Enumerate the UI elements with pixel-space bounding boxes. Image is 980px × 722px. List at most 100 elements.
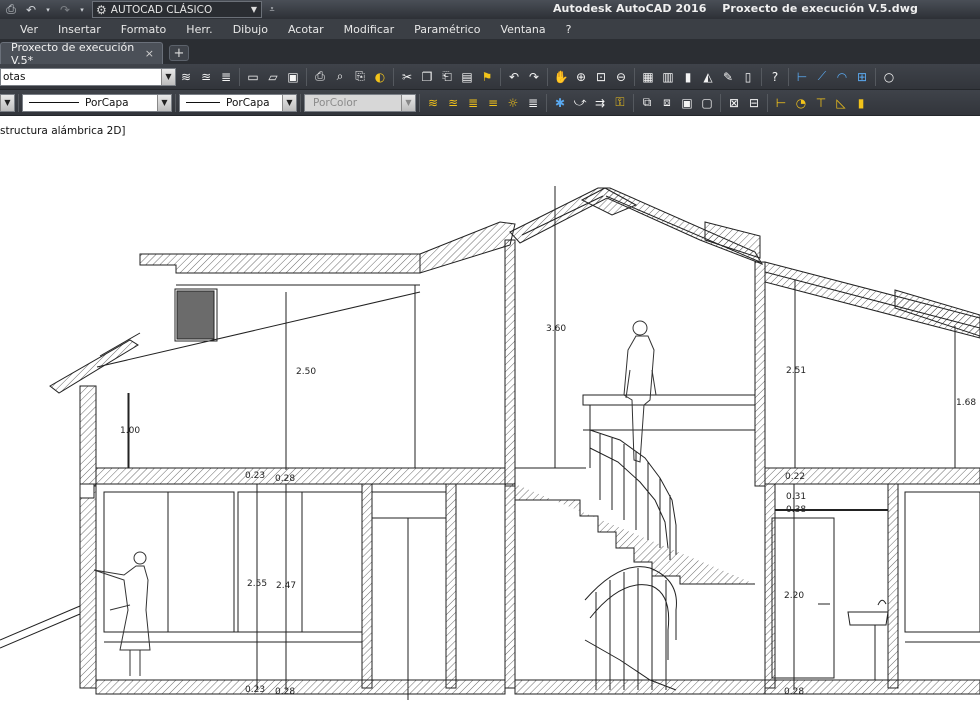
print-icon[interactable]: ⎙ — [4, 2, 18, 17]
copy-icon[interactable]: ❐ — [419, 69, 435, 85]
save-icon[interactable]: ▣ — [285, 69, 301, 85]
bring-to-front-icon[interactable]: ⧉ — [639, 95, 655, 111]
person-figure-lower — [93, 551, 151, 676]
dim-ridge-height: 3.60 — [546, 324, 566, 334]
layer-properties-icon[interactable]: ≋ — [178, 69, 194, 85]
menu-parametrico[interactable]: Paramétrico — [414, 23, 480, 36]
separator — [720, 93, 721, 112]
menu-insertar[interactable]: Insertar — [58, 23, 101, 36]
color-combo-partial[interactable]: ▼ — [0, 93, 15, 112]
send-under-icon[interactable]: ▢ — [699, 95, 715, 111]
dim-right-upper-a: 0.31 — [786, 492, 806, 502]
dim-right-upper-b: 0.38 — [786, 505, 806, 515]
properties-icon[interactable]: ▦ — [640, 69, 656, 85]
help-icon[interactable]: ? — [767, 69, 783, 85]
linear-dimension-icon[interactable]: ⊢ — [794, 69, 810, 85]
redo-icon[interactable]: ↷ — [58, 3, 72, 17]
layer-combo-value: otas — [3, 70, 26, 83]
markup-icon[interactable]: ✎ — [720, 69, 736, 85]
paste-icon[interactable]: ⎗ — [439, 69, 455, 85]
dim-slab-bottom-b: 0.28 — [275, 687, 295, 697]
layer-previous-icon[interactable]: ≣ — [218, 69, 234, 85]
drawing-canvas[interactable]: 2.50 1.00 3.60 2.51 1.68 0.23 0.28 0.22 … — [0, 118, 980, 722]
sheet-set-icon[interactable]: ◭ — [700, 69, 716, 85]
layer-combo[interactable]: otas ▼ — [0, 67, 176, 86]
menu-formato[interactable]: Formato — [121, 23, 167, 36]
separator — [634, 67, 635, 86]
menu-acotar[interactable]: Acotar — [288, 23, 324, 36]
menu-herr[interactable]: Herr. — [186, 23, 212, 36]
dim-ground-height-b: 2.47 — [276, 581, 296, 591]
group-icon[interactable]: ⊠ — [726, 95, 742, 111]
send-to-back-icon[interactable]: ⧈ — [659, 95, 675, 111]
layer-unisolate-icon[interactable]: ≡ — [485, 95, 501, 111]
chevron-down-icon: ▼ — [401, 94, 415, 111]
zoom-window-icon[interactable]: ⊡ — [593, 69, 609, 85]
menu-dibujo[interactable]: Dibujo — [233, 23, 268, 36]
plot-icon[interactable]: ⎙ — [312, 69, 328, 85]
undo-icon[interactable]: ↶ — [506, 69, 522, 85]
right-roof-section — [704, 221, 980, 468]
design-center-panel-icon[interactable]: ▥ — [660, 69, 676, 85]
publish-icon[interactable]: ⎘ — [352, 69, 368, 85]
dimension-angular-icon[interactable]: ◺ — [833, 95, 849, 111]
menu-help[interactable]: ? — [566, 23, 572, 36]
arc-length-icon[interactable]: ◠ — [834, 69, 850, 85]
new-tab-button[interactable]: + — [169, 45, 189, 61]
zoom-realtime-icon[interactable]: ⊕ — [573, 69, 589, 85]
chevron-down-icon: ▼ — [161, 68, 175, 85]
bring-above-icon[interactable]: ▣ — [679, 95, 695, 111]
open-file-icon[interactable]: ▱ — [265, 69, 281, 85]
plot-preview-icon[interactable]: ⌕ — [332, 69, 348, 85]
dimension-radius-icon[interactable]: ◔ — [793, 95, 809, 111]
layer-freeze-icon[interactable]: ≣ — [525, 95, 541, 111]
aligned-dimension-icon[interactable]: ⟋ — [814, 69, 830, 85]
dropdown-arrow-icon[interactable]: ▾ — [44, 6, 52, 14]
layer-match-icon[interactable]: ≋ — [425, 95, 441, 111]
dimension-linear-icon[interactable]: ⊢ — [773, 95, 789, 111]
tool-palettes-icon[interactable]: ▮ — [680, 69, 696, 85]
workspace-selector[interactable]: ⚙ AUTOCAD CLÁSICO ▼ — [92, 1, 262, 18]
new-file-icon[interactable]: ▭ — [245, 69, 261, 85]
ungroup-icon[interactable]: ⊟ — [746, 95, 762, 111]
zoom-previous-icon[interactable]: ⊖ — [613, 69, 629, 85]
dim-left-eave-height: 1.00 — [120, 426, 140, 436]
cut-icon[interactable]: ✂ — [399, 69, 415, 85]
close-icon[interactable]: × — [145, 47, 154, 60]
separator — [419, 93, 420, 112]
file-tab-strip: Proxecto de execución V.5* × + — [0, 39, 980, 67]
title-bar: ⎙ ↶ ▾ ↷ ▾ ⚙ AUTOCAD CLÁSICO ▼ ⩡ Autodesk… — [0, 0, 980, 19]
match-properties-icon[interactable]: ⚑ — [479, 69, 495, 85]
copy-clip-icon[interactable]: ▤ — [459, 69, 475, 85]
lineweight-combo[interactable]: PorCapa ▼ — [179, 93, 297, 112]
calculator-icon[interactable]: ▯ — [740, 69, 756, 85]
redo-icon[interactable]: ↷ — [526, 69, 542, 85]
layer-change-icon[interactable]: ≊ — [445, 95, 461, 111]
layer-isolate-icon[interactable]: ≣ — [465, 95, 481, 111]
separator — [500, 67, 501, 86]
menu-modificar[interactable]: Modificar — [344, 23, 395, 36]
dimension-continue-icon[interactable]: ▮ — [853, 95, 869, 111]
dimension-baseline-icon[interactable]: ⊤ — [813, 95, 829, 111]
separator — [547, 67, 548, 86]
radius-dimension-icon[interactable]: ○ — [881, 69, 897, 85]
pan-icon[interactable]: ✋ — [553, 69, 569, 85]
customize-icon[interactable]: ⩡ — [265, 5, 279, 15]
layer-off-icon[interactable]: ☼ — [505, 95, 521, 111]
design-center-icon[interactable]: ◐ — [372, 69, 388, 85]
layer-lock-icon[interactable]: ✱ — [552, 95, 568, 111]
undo-icon[interactable]: ↶ — [24, 3, 38, 17]
tab-document[interactable]: Proxecto de execución V.5* × — [0, 41, 163, 67]
dropdown-arrow-icon[interactable]: ▾ — [78, 6, 86, 14]
menu-ver[interactable]: Ver — [20, 23, 38, 36]
layer-states-icon[interactable]: ≊ — [198, 69, 214, 85]
menu-ventana[interactable]: Ventana — [500, 23, 545, 36]
layer-unlock-icon[interactable]: ⤻ — [572, 95, 588, 111]
layer-delete-icon[interactable]: ⚿ — [612, 95, 628, 111]
dim-slab-right-top: 0.22 — [785, 472, 805, 482]
linetype-combo[interactable]: PorCapa ▼ — [22, 93, 172, 112]
upper-floor-slab — [95, 394, 980, 485]
chevron-down-icon: ▼ — [157, 94, 171, 111]
ordinate-dimension-icon[interactable]: ⊞ — [854, 69, 870, 85]
layer-merge-icon[interactable]: ⇉ — [592, 95, 608, 111]
